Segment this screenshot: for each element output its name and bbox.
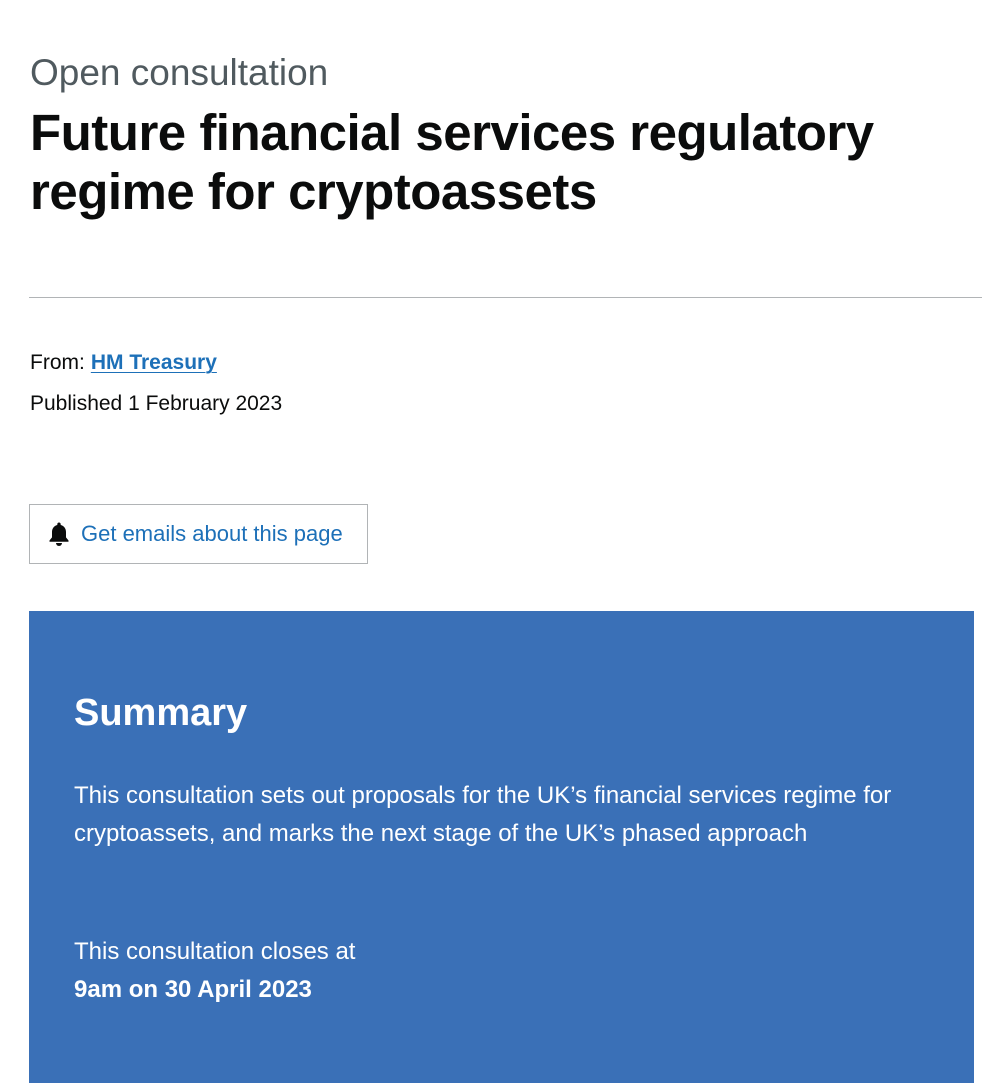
summary-panel: Summary This consultation sets out propo… xyxy=(29,611,974,1083)
closing-date: 9am on 30 April 2023 xyxy=(74,976,312,1003)
summary-text: This consultation sets out proposals for… xyxy=(74,782,892,847)
from-row: From: HM Treasury xyxy=(30,346,282,379)
get-emails-button[interactable]: Get emails about this page xyxy=(29,504,368,564)
from-label: From: xyxy=(30,351,85,374)
closes-label: This consultation closes at xyxy=(74,938,356,965)
page-caption: Open consultation xyxy=(30,52,329,93)
metadata: From: HM Treasury Published 1 February 20… xyxy=(30,346,282,428)
page: Open consultation Future financial servi… xyxy=(0,0,982,1088)
published-date: Published 1 February 2023 xyxy=(30,392,283,415)
section-divider xyxy=(29,297,982,298)
get-emails-label: Get emails about this page xyxy=(81,521,343,546)
organisation-link[interactable]: HM Treasury xyxy=(91,351,217,374)
page-title: Future financial services regulatory reg… xyxy=(30,104,874,220)
bell-icon xyxy=(49,522,69,546)
summary-heading: Summary xyxy=(74,692,248,734)
closing-info: This consultation closes at 9am on 30 Ap… xyxy=(74,933,355,1009)
